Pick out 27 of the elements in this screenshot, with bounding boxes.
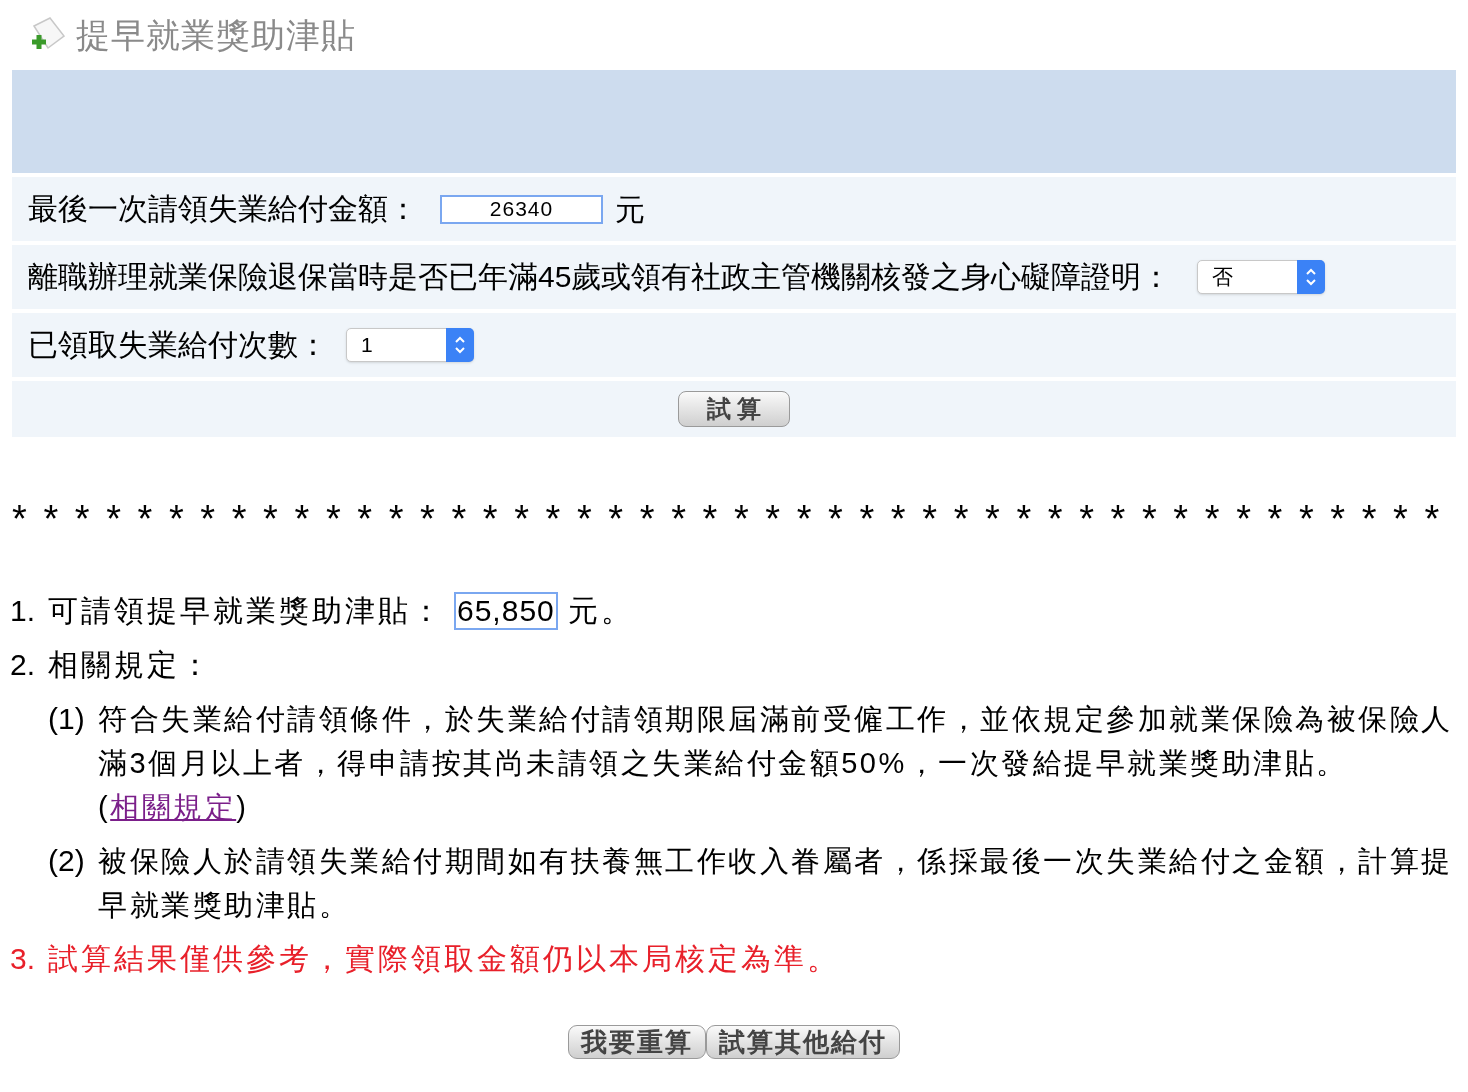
item-number: 1. [10,593,37,629]
select-field[interactable]: 否 [1197,260,1326,294]
updown-chevron-icon [1305,267,1318,287]
updown-chevron-icon [454,335,466,355]
item-number: (1) [48,701,86,737]
asterisk-divider: ********************************************** [12,499,1457,539]
calculate-button[interactable]: 試 算 [678,391,790,427]
disclaimer-text: 試算結果僅供參考，實際領取金額仍以本局核定為準。 [48,941,840,977]
rules-link[interactable]: 相關規定 [110,791,237,823]
field-label: 已領取失業給付次數： [28,330,328,360]
action-button[interactable]: 我要重算 [568,1025,706,1059]
unit-label: 元 [615,191,645,228]
amount-field[interactable]: 26340 [440,194,603,224]
rules-heading: 相關規定： [48,647,214,683]
rule-paragraph: 符合失業給付請領條件，於失業給付請領期限屆滿前受僱工作，並依規定參加就業保險為被保險人滿3個月以上者，得申請按其尚未請領之失業給付金額50%，一次發給提早就業獎助津貼。 (相關規定) [98,702,1454,825]
result-amount: 65,850 [454,592,558,630]
item-number: (2) [48,843,86,879]
select-field[interactable]: 1 [346,328,474,362]
field-label: 最後一次請領失業給付金額： [28,194,418,224]
result-label: 可請領提早就業獎助津貼： [48,593,444,629]
item-number: 2. [10,647,37,683]
unit-label: 元。 [567,593,634,629]
field-label: 離職辦理就業保險退保當時是否已年滿45歲或領有社政主管機關核發之身心礙障證明： [28,262,1172,292]
rule-paragraph: 被保險人於請領失業給付期間如有扶養無工作收入眷屬者，係採最後一次失業給付之金額，計算提早就業獎助津貼。 [98,844,1454,923]
action-button[interactable]: 試算其他給付 [706,1025,900,1059]
item-number: 3. [10,941,37,977]
page-title: 提早就業獎助津貼 [76,14,356,56]
